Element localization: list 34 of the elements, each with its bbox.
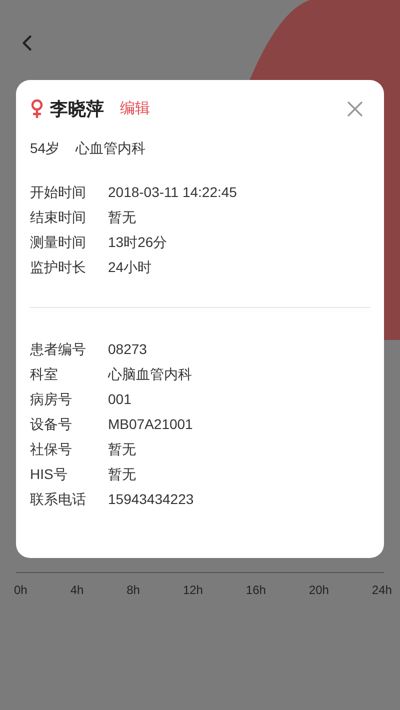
field-value: 心脑血管内科 — [108, 365, 192, 384]
axis-label: 12h — [182, 582, 203, 599]
axis-label: 0h — [14, 582, 28, 599]
field-label: 测量时间 — [30, 233, 87, 252]
field-value: MB07A21001 — [108, 415, 193, 434]
axis-label: 8h — [126, 582, 140, 599]
field-label: 设备号 — [30, 415, 73, 434]
axis-label: 4h — [70, 582, 84, 599]
field-value: 暂无 — [108, 465, 136, 484]
field-value: 暂无 — [108, 208, 136, 227]
field-label: 科室 — [30, 365, 59, 384]
field-label: 患者编号 — [30, 340, 87, 359]
patient-department: 心血管内科 — [76, 138, 146, 158]
field-value: 24小时 — [108, 258, 152, 277]
axis-label: 20h — [308, 582, 329, 599]
field-label: 联系电话 — [30, 490, 87, 509]
field-value: 2018-03-11 14:22:45 — [108, 183, 237, 202]
field-value: 13时26分 — [108, 233, 168, 252]
field-label: HIS号 — [30, 465, 68, 484]
field-label: 监护时长 — [30, 258, 87, 277]
field-value: 08273 — [108, 340, 147, 359]
patient-name: 李晓萍 — [50, 98, 104, 120]
axis-label: 24h — [372, 582, 392, 599]
patient-age: 54岁 — [30, 138, 60, 158]
field-label: 社保号 — [30, 440, 73, 459]
field-value: 暂无 — [108, 440, 136, 459]
axis-label: 16h — [246, 582, 266, 599]
field-value: 001 — [108, 390, 132, 409]
female-icon — [30, 99, 44, 119]
field-label: 病房号 — [30, 390, 73, 409]
field-value: 15943434223 — [108, 490, 194, 509]
field-label: 开始时间 — [30, 183, 87, 202]
edit-link[interactable]: 编辑 — [120, 98, 150, 120]
field-label: 结束时间 — [30, 208, 87, 227]
